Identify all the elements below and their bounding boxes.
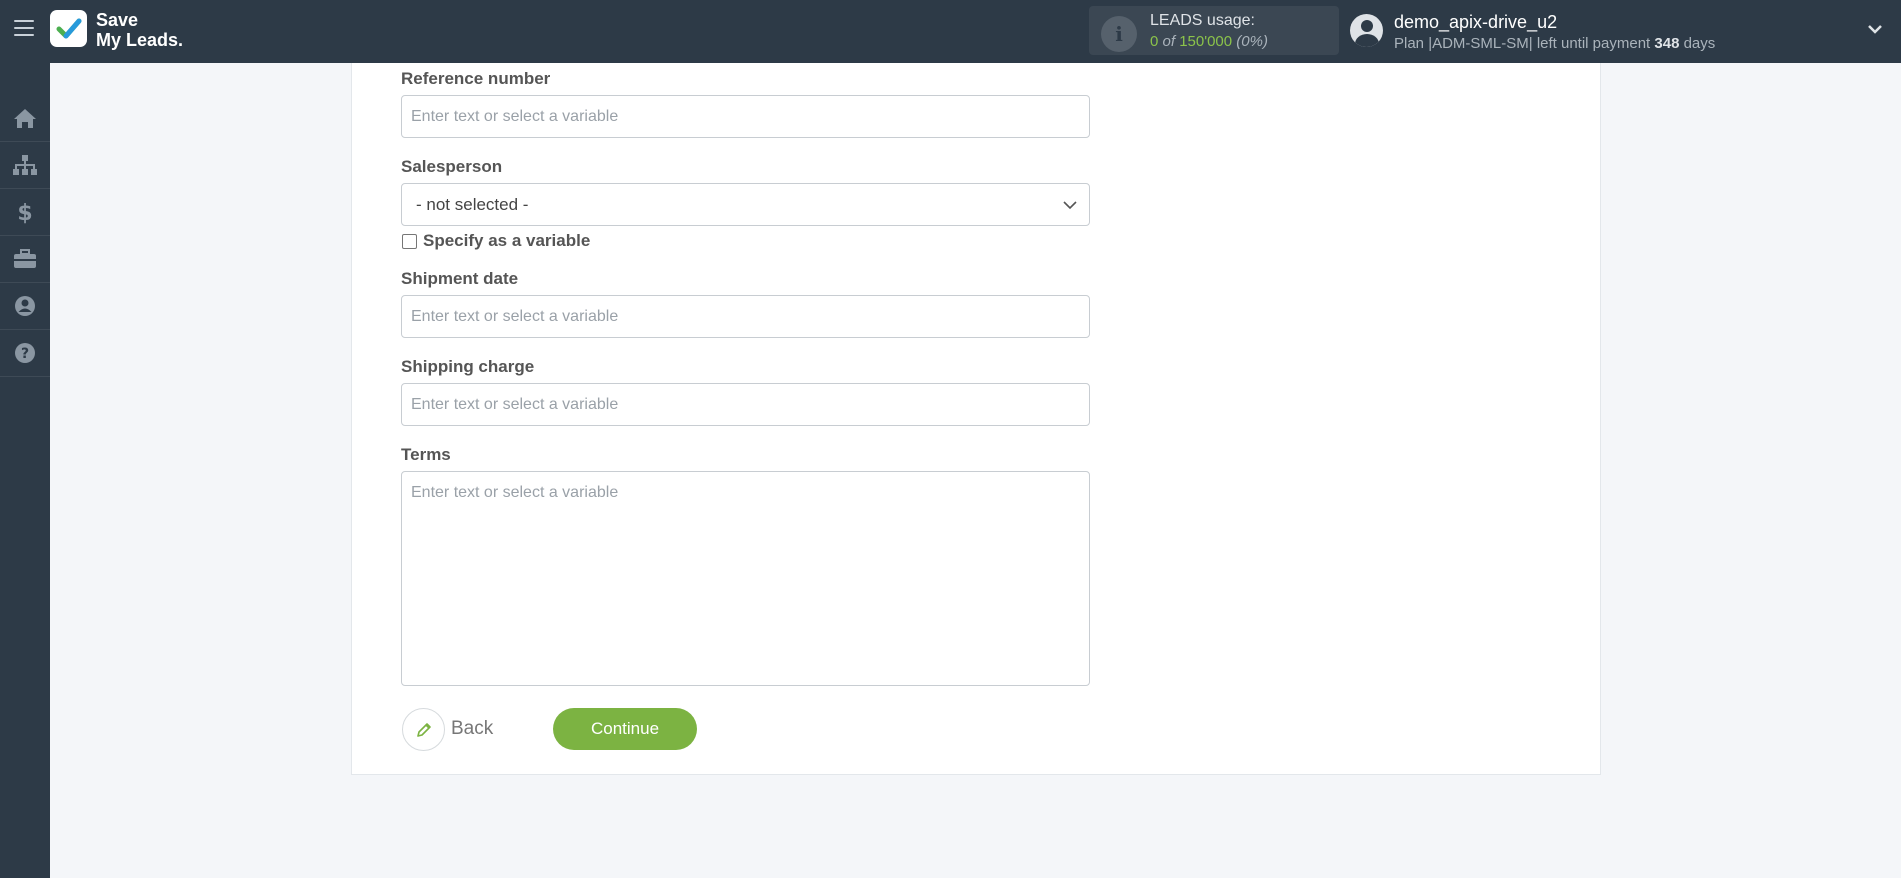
leads-usage-panel: i LEADS usage: 0 of 150'000 (0%) [1089, 6, 1339, 55]
account-plan: Plan |ADM-SML-SM| left until payment 348… [1394, 35, 1715, 52]
plan-days: 348 [1654, 35, 1680, 52]
shipment-date-label: Shipment date [401, 269, 519, 288]
reference-number-label: Reference number [401, 69, 551, 88]
menu-toggle-icon[interactable] [14, 20, 34, 38]
sidebar-item-connections[interactable] [0, 142, 50, 189]
sitemap-icon [13, 155, 37, 175]
reference-number-placeholder: Enter text or select a variable [411, 108, 619, 125]
salesperson-value: - not selected - [416, 195, 529, 214]
top-header: Save My Leads. i LEADS usage: 0 of 150'0… [0, 0, 1901, 63]
chevron-down-icon[interactable] [1868, 22, 1882, 36]
sidebar-item-profile[interactable] [0, 283, 50, 330]
sidebar-item-billing[interactable]: $ [0, 189, 50, 236]
briefcase-icon [14, 249, 36, 268]
shipping-charge-label: Shipping charge [401, 357, 535, 376]
reference-number-input[interactable]: Enter text or select a variable [401, 95, 1090, 138]
account-name: demo_apix-drive_u2 [1394, 12, 1558, 32]
sidebar-item-projects[interactable] [0, 236, 50, 283]
logo-icon[interactable] [50, 10, 87, 47]
terms-textarea[interactable]: Enter text or select a variable [401, 471, 1090, 686]
sidebar-item-help[interactable]: ? [0, 330, 50, 377]
usage-value: 0 of 150'000 (0%) [1150, 33, 1268, 50]
usage-of: of [1162, 33, 1176, 50]
logo-text[interactable]: Save My Leads. [96, 10, 183, 50]
chevron-down-icon [1063, 201, 1077, 210]
user-icon [15, 296, 35, 316]
salesperson-select[interactable]: - not selected - [401, 183, 1090, 226]
shipping-charge-placeholder: Enter text or select a variable [411, 396, 619, 413]
terms-placeholder: Enter text or select a variable [411, 484, 619, 501]
info-icon: i [1101, 16, 1137, 52]
sidebar: $ ? [0, 63, 50, 878]
back-button[interactable] [402, 708, 445, 751]
specify-variable-label[interactable]: Specify as a variable [423, 231, 590, 251]
usage-title: LEADS usage: [1150, 12, 1255, 29]
usage-used: 0 [1150, 33, 1159, 50]
svg-text:$: $ [17, 201, 32, 224]
logo-line2: My Leads. [96, 30, 184, 50]
pencil-icon [417, 723, 431, 737]
shipment-date-placeholder: Enter text or select a variable [411, 308, 619, 325]
home-icon [14, 109, 36, 128]
salesperson-label: Salesperson [401, 157, 503, 176]
help-icon: ? [15, 343, 35, 363]
dollar-icon: $ [17, 201, 32, 224]
usage-percent: (0%) [1236, 33, 1268, 50]
plan-prefix: Plan |ADM-SML-SM| left until payment [1394, 35, 1651, 52]
terms-label: Terms [401, 445, 451, 464]
continue-button[interactable]: Continue [553, 708, 697, 750]
specify-variable-row[interactable]: Specify as a variable [402, 231, 590, 251]
usage-total: 150'000 [1179, 33, 1233, 50]
specify-variable-checkbox[interactable] [402, 233, 417, 249]
svg-text:?: ? [21, 346, 29, 362]
avatar-icon [1350, 14, 1383, 47]
back-label[interactable]: Back [451, 718, 493, 740]
sidebar-item-home[interactable] [0, 95, 50, 142]
plan-suffix: days [1683, 35, 1716, 52]
logo-line1: Save [96, 10, 139, 30]
shipment-date-input[interactable]: Enter text or select a variable [401, 295, 1090, 338]
shipping-charge-input[interactable]: Enter text or select a variable [401, 383, 1090, 426]
